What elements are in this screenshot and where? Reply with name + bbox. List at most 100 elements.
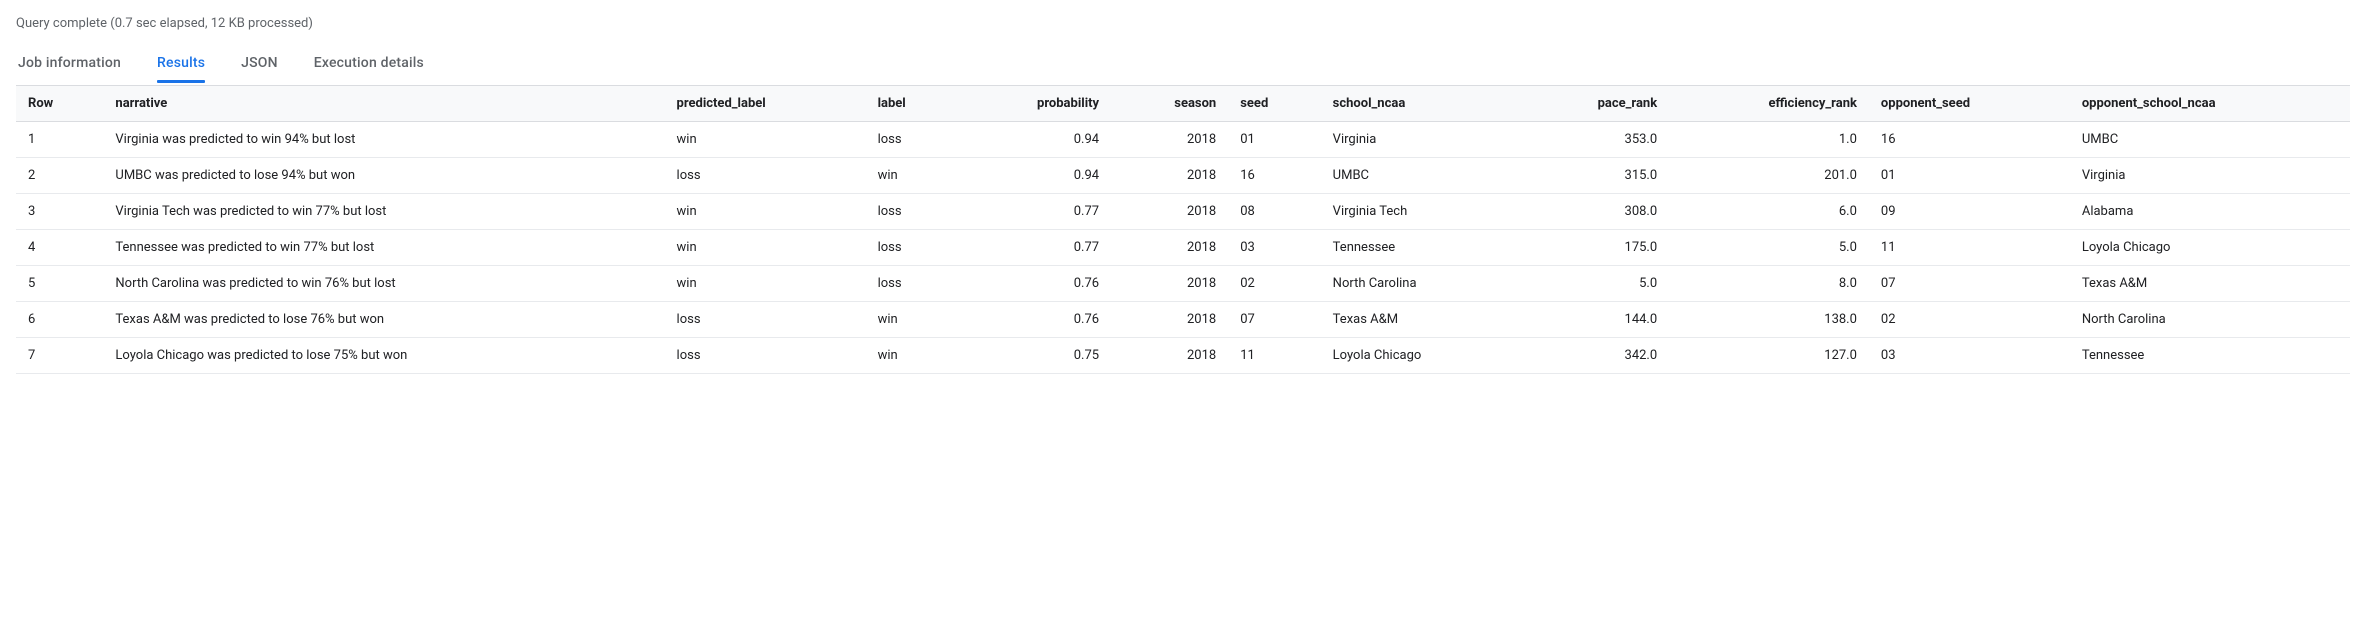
cell-probability: 0.77: [958, 230, 1111, 266]
results-table: Row narrative predicted_label label prob…: [16, 85, 2350, 374]
table-row: 6Texas A&M was predicted to lose 76% but…: [16, 302, 2350, 338]
tab-job-information[interactable]: Job information: [18, 45, 121, 83]
cell-probability: 0.75: [958, 338, 1111, 374]
tab-results[interactable]: Results: [157, 45, 205, 83]
cell-narrative: Texas A&M was predicted to lose 76% but …: [103, 302, 664, 338]
col-probability: probability: [958, 86, 1111, 122]
cell-school-ncaa: UMBC: [1321, 158, 1521, 194]
cell-label: loss: [866, 122, 959, 158]
cell-seed: 01: [1228, 122, 1320, 158]
cell-efficiency-rank: 6.0: [1669, 194, 1869, 230]
col-efficiency-rank: efficiency_rank: [1669, 86, 1869, 122]
col-school-ncaa: school_ncaa: [1321, 86, 1521, 122]
cell-predicted-label: loss: [665, 338, 866, 374]
cell-label: loss: [866, 266, 959, 302]
table-row: 2UMBC was predicted to lose 94% but wonl…: [16, 158, 2350, 194]
cell-opponent-seed: 07: [1869, 266, 2070, 302]
cell-opponent-school-ncaa: UMBC: [2070, 122, 2350, 158]
table-row: 7Loyola Chicago was predicted to lose 75…: [16, 338, 2350, 374]
results-tabs: Job information Results JSON Execution d…: [16, 45, 2350, 83]
cell-pace-rank: 353.0: [1521, 122, 1669, 158]
cell-probability: 0.94: [958, 158, 1111, 194]
cell-pace-rank: 315.0: [1521, 158, 1669, 194]
cell-efficiency-rank: 138.0: [1669, 302, 1869, 338]
cell-opponent-school-ncaa: Virginia: [2070, 158, 2350, 194]
cell-narrative: Virginia Tech was predicted to win 77% b…: [103, 194, 664, 230]
cell-label: win: [866, 158, 959, 194]
cell-efficiency-rank: 8.0: [1669, 266, 1869, 302]
table-row: 3Virginia Tech was predicted to win 77% …: [16, 194, 2350, 230]
cell-predicted-label: win: [665, 122, 866, 158]
cell-opponent-school-ncaa: Loyola Chicago: [2070, 230, 2350, 266]
cell-predicted-label: loss: [665, 302, 866, 338]
cell-seed: 08: [1228, 194, 1320, 230]
col-pace-rank: pace_rank: [1521, 86, 1669, 122]
cell-pace-rank: 308.0: [1521, 194, 1669, 230]
cell-label: win: [866, 338, 959, 374]
cell-probability: 0.76: [958, 266, 1111, 302]
cell-seed: 03: [1228, 230, 1320, 266]
cell-opponent-seed: 09: [1869, 194, 2070, 230]
table-row: 1Virginia was predicted to win 94% but l…: [16, 122, 2350, 158]
cell-opponent-school-ncaa: Texas A&M: [2070, 266, 2350, 302]
cell-season: 2018: [1111, 230, 1228, 266]
col-label: label: [866, 86, 959, 122]
table-header-row: Row narrative predicted_label label prob…: [16, 86, 2350, 122]
cell-row: 5: [16, 266, 103, 302]
cell-season: 2018: [1111, 266, 1228, 302]
cell-pace-rank: 5.0: [1521, 266, 1669, 302]
cell-label: win: [866, 302, 959, 338]
cell-narrative: Virginia was predicted to win 94% but lo…: [103, 122, 664, 158]
cell-predicted-label: win: [665, 194, 866, 230]
cell-school-ncaa: North Carolina: [1321, 266, 1521, 302]
col-row: Row: [16, 86, 103, 122]
cell-probability: 0.76: [958, 302, 1111, 338]
cell-opponent-school-ncaa: Tennessee: [2070, 338, 2350, 374]
cell-predicted-label: loss: [665, 158, 866, 194]
cell-narrative: North Carolina was predicted to win 76% …: [103, 266, 664, 302]
cell-school-ncaa: Tennessee: [1321, 230, 1521, 266]
cell-row: 7: [16, 338, 103, 374]
cell-label: loss: [866, 230, 959, 266]
cell-narrative: Loyola Chicago was predicted to lose 75%…: [103, 338, 664, 374]
cell-probability: 0.94: [958, 122, 1111, 158]
cell-predicted-label: win: [665, 230, 866, 266]
cell-season: 2018: [1111, 194, 1228, 230]
col-narrative: narrative: [103, 86, 664, 122]
col-opponent-school-ncaa: opponent_school_ncaa: [2070, 86, 2350, 122]
cell-row: 2: [16, 158, 103, 194]
cell-season: 2018: [1111, 338, 1228, 374]
cell-seed: 07: [1228, 302, 1320, 338]
cell-season: 2018: [1111, 302, 1228, 338]
cell-opponent-seed: 02: [1869, 302, 2070, 338]
cell-efficiency-rank: 5.0: [1669, 230, 1869, 266]
cell-probability: 0.77: [958, 194, 1111, 230]
col-seed: seed: [1228, 86, 1320, 122]
cell-narrative: UMBC was predicted to lose 94% but won: [103, 158, 664, 194]
cell-school-ncaa: Virginia Tech: [1321, 194, 1521, 230]
cell-opponent-seed: 01: [1869, 158, 2070, 194]
cell-row: 6: [16, 302, 103, 338]
cell-pace-rank: 175.0: [1521, 230, 1669, 266]
cell-predicted-label: win: [665, 266, 866, 302]
cell-seed: 11: [1228, 338, 1320, 374]
cell-opponent-school-ncaa: Alabama: [2070, 194, 2350, 230]
cell-efficiency-rank: 201.0: [1669, 158, 1869, 194]
cell-row: 1: [16, 122, 103, 158]
cell-pace-rank: 342.0: [1521, 338, 1669, 374]
cell-seed: 16: [1228, 158, 1320, 194]
cell-label: loss: [866, 194, 959, 230]
cell-opponent-seed: 03: [1869, 338, 2070, 374]
col-opponent-seed: opponent_seed: [1869, 86, 2070, 122]
tab-json[interactable]: JSON: [241, 45, 278, 83]
cell-school-ncaa: Virginia: [1321, 122, 1521, 158]
tab-execution-details[interactable]: Execution details: [314, 45, 424, 83]
table-row: 4Tennessee was predicted to win 77% but …: [16, 230, 2350, 266]
cell-efficiency-rank: 1.0: [1669, 122, 1869, 158]
cell-row: 3: [16, 194, 103, 230]
col-season: season: [1111, 86, 1228, 122]
cell-opponent-seed: 16: [1869, 122, 2070, 158]
cell-pace-rank: 144.0: [1521, 302, 1669, 338]
cell-opponent-seed: 11: [1869, 230, 2070, 266]
cell-row: 4: [16, 230, 103, 266]
